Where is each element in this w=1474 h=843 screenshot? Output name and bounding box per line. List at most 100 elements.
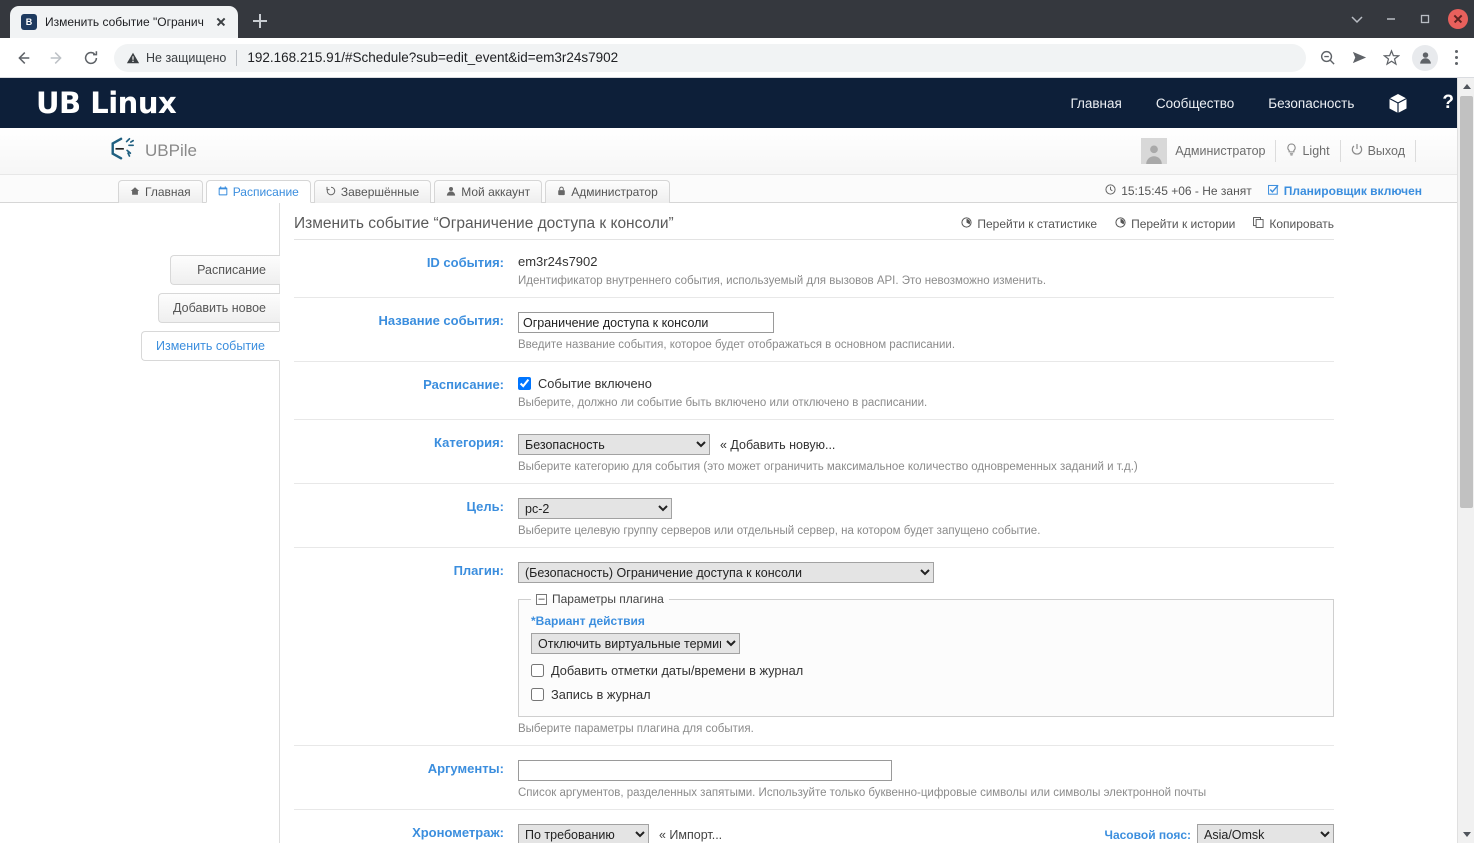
status-bar: 15:15:45 +06 - Не занят Планировщик вклю…	[1105, 184, 1474, 202]
plugin-hint: Выберите параметры плагина для события.	[518, 723, 754, 735]
scroll-down-icon[interactable]	[1458, 826, 1474, 843]
plugin-label: Плагин:	[453, 563, 504, 578]
event-enabled-checkbox[interactable]	[518, 377, 531, 390]
target-hint: Выберите целевую группу серверов или отд…	[518, 525, 1041, 537]
maximize-icon[interactable]	[1410, 5, 1440, 33]
collapse-toggle-icon[interactable]: –	[536, 593, 547, 605]
category-select[interactable]: Безопасность	[518, 434, 710, 455]
back-arrow-icon[interactable]	[6, 41, 40, 75]
form-row-timing: Хронометраж: По требованию « Импорт... Ч…	[294, 810, 1334, 843]
event-name-hint: Введите название события, которое будет …	[518, 339, 956, 351]
schedule-hint: Выберите, должно ли событие быть включен…	[518, 397, 928, 409]
user-area: Администратор Light Выход	[1141, 138, 1474, 164]
form-row-target: Цель: pc-2 Выберите целевую группу серве…	[294, 484, 1334, 548]
timezone-select[interactable]: Asia/Omsk	[1197, 824, 1334, 843]
reload-icon[interactable]	[74, 41, 108, 75]
go-to-history-button[interactable]: Перейти к истории	[1115, 217, 1235, 231]
target-select[interactable]: pc-2	[518, 498, 672, 519]
write-log-row[interactable]: Запись в журнал	[531, 687, 1321, 702]
arguments-input[interactable]	[518, 760, 892, 781]
app-brand[interactable]: UBPile	[108, 136, 197, 167]
sidebar-item-add-new[interactable]: Добавить новое	[158, 293, 280, 323]
send-icon[interactable]	[1344, 43, 1374, 73]
action-variant-select[interactable]: Отключить виртуальные терминалы	[531, 633, 740, 654]
schedule-label: Расписание:	[423, 377, 504, 392]
close-window-icon[interactable]	[1448, 9, 1468, 29]
close-tab-icon[interactable]	[212, 13, 230, 31]
star-icon[interactable]	[1376, 43, 1406, 73]
event-name-input[interactable]	[518, 312, 774, 333]
tab-home[interactable]: Главная	[118, 180, 203, 203]
avatar	[1141, 138, 1168, 164]
site-logo[interactable]: UB Linux	[36, 86, 177, 120]
event-enabled-row[interactable]: Событие включено	[518, 376, 1334, 391]
tab-my-account[interactable]: Мой аккаунт	[434, 180, 543, 203]
scrollbar-thumb[interactable]	[1460, 96, 1473, 508]
main-content: Изменить событие “Ограничение доступа к …	[280, 203, 1474, 843]
plugin-select[interactable]: (Безопасность) Ограничение доступа к кон…	[518, 562, 934, 583]
go-to-statistics-button[interactable]: Перейти к статистике	[961, 217, 1097, 231]
arguments-label: Аргументы:	[427, 761, 504, 776]
topnav-link-community[interactable]: Сообщество	[1156, 96, 1234, 111]
scroll-up-icon[interactable]	[1458, 78, 1474, 95]
plugin-parameters-legend[interactable]: – Параметры плагина	[531, 592, 669, 606]
minimize-icon[interactable]	[1376, 5, 1406, 33]
page-scrollbar[interactable]	[1457, 78, 1474, 843]
zoom-out-icon[interactable]	[1312, 43, 1342, 73]
lock-icon	[557, 185, 566, 199]
chevron-down-icon[interactable]	[1342, 5, 1372, 33]
url-text: 192.168.215.91/#Schedule?sub=edit_event&…	[247, 50, 619, 65]
package-box-icon[interactable]	[1388, 93, 1408, 114]
stats-icon	[961, 217, 972, 231]
address-bar[interactable]: Не защищено 192.168.215.91/#Schedule?sub…	[114, 43, 1306, 72]
forward-arrow-icon[interactable]	[40, 41, 74, 75]
import-timing-link[interactable]: « Импорт...	[659, 828, 722, 842]
category-hint: Выберите категорию для события (это може…	[518, 461, 1138, 473]
theme-label: Light	[1302, 144, 1330, 158]
add-category-link[interactable]: « Добавить новую...	[720, 438, 835, 452]
omnibar: Не защищено 192.168.215.91/#Schedule?sub…	[0, 38, 1474, 78]
event-id-hint: Идентификатор внутреннего события, испол…	[518, 275, 1047, 287]
log-timestamps-row[interactable]: Добавить отметки даты/времени в журнал	[531, 663, 1321, 678]
theme-toggle[interactable]: Light	[1286, 143, 1330, 159]
sidebar-item-schedule[interactable]: Расписание	[170, 255, 280, 285]
profile-avatar-icon[interactable]	[1412, 44, 1438, 71]
logout-label: Выход	[1367, 144, 1405, 158]
form-row-category: Категория: Безопасность « Добавить новую…	[294, 420, 1334, 484]
server-time-status: 15:15:45 +06 - Не занят	[1105, 184, 1252, 198]
tab-my-account-label: Мой аккаунт	[461, 185, 531, 199]
write-log-label: Запись в журнал	[551, 687, 651, 702]
tab-administrator[interactable]: Администратор	[545, 180, 670, 203]
write-log-checkbox[interactable]	[531, 688, 544, 701]
timing-select[interactable]: По требованию	[518, 824, 649, 843]
copy-button[interactable]: Копировать	[1253, 217, 1334, 231]
site-top-navigation: UB Linux Главная Сообщество Безопасность…	[0, 78, 1474, 128]
home-icon	[130, 185, 140, 199]
topnav-link-security[interactable]: Безопасность	[1268, 96, 1354, 111]
topnav-link-home[interactable]: Главная	[1070, 96, 1121, 111]
sidebar-item-label: Изменить событие	[155, 339, 265, 353]
tab-favicon-icon: B	[21, 14, 37, 30]
scheduler-status[interactable]: Планировщик включен	[1267, 184, 1422, 198]
omnibar-actions	[1312, 43, 1468, 73]
log-timestamps-checkbox[interactable]	[531, 664, 544, 677]
logout-button[interactable]: Выход	[1351, 143, 1405, 159]
event-id-label: ID события:	[426, 255, 504, 270]
help-icon[interactable]: ?	[1442, 92, 1454, 114]
tab-schedule[interactable]: Расписание	[205, 180, 311, 203]
action-variant-label: *Вариант действия	[531, 614, 645, 628]
new-tab-button[interactable]	[246, 7, 274, 35]
clock-icon	[1105, 184, 1116, 198]
form-row-schedule: Расписание: Событие включено Выберите, д…	[294, 362, 1334, 420]
timing-label: Хронометраж:	[412, 825, 504, 840]
plugin-parameters-box: – Параметры плагина *Вариант действия От…	[518, 592, 1334, 717]
sidebar-item-edit-event[interactable]: Изменить событие	[140, 331, 280, 361]
window-controls	[1342, 0, 1468, 38]
app-subheader: UBPile Администратор Light Выход	[0, 128, 1474, 175]
browser-tab[interactable]: B Изменить событие "Огранич	[10, 6, 238, 38]
arguments-hint: Список аргументов, разделенных запятыми.…	[518, 787, 1207, 799]
app-name: UBPile	[145, 141, 197, 160]
kebab-menu-icon[interactable]	[1444, 45, 1468, 71]
tab-completed[interactable]: Завершённые	[313, 180, 432, 203]
ubpile-logo-icon	[108, 136, 136, 167]
